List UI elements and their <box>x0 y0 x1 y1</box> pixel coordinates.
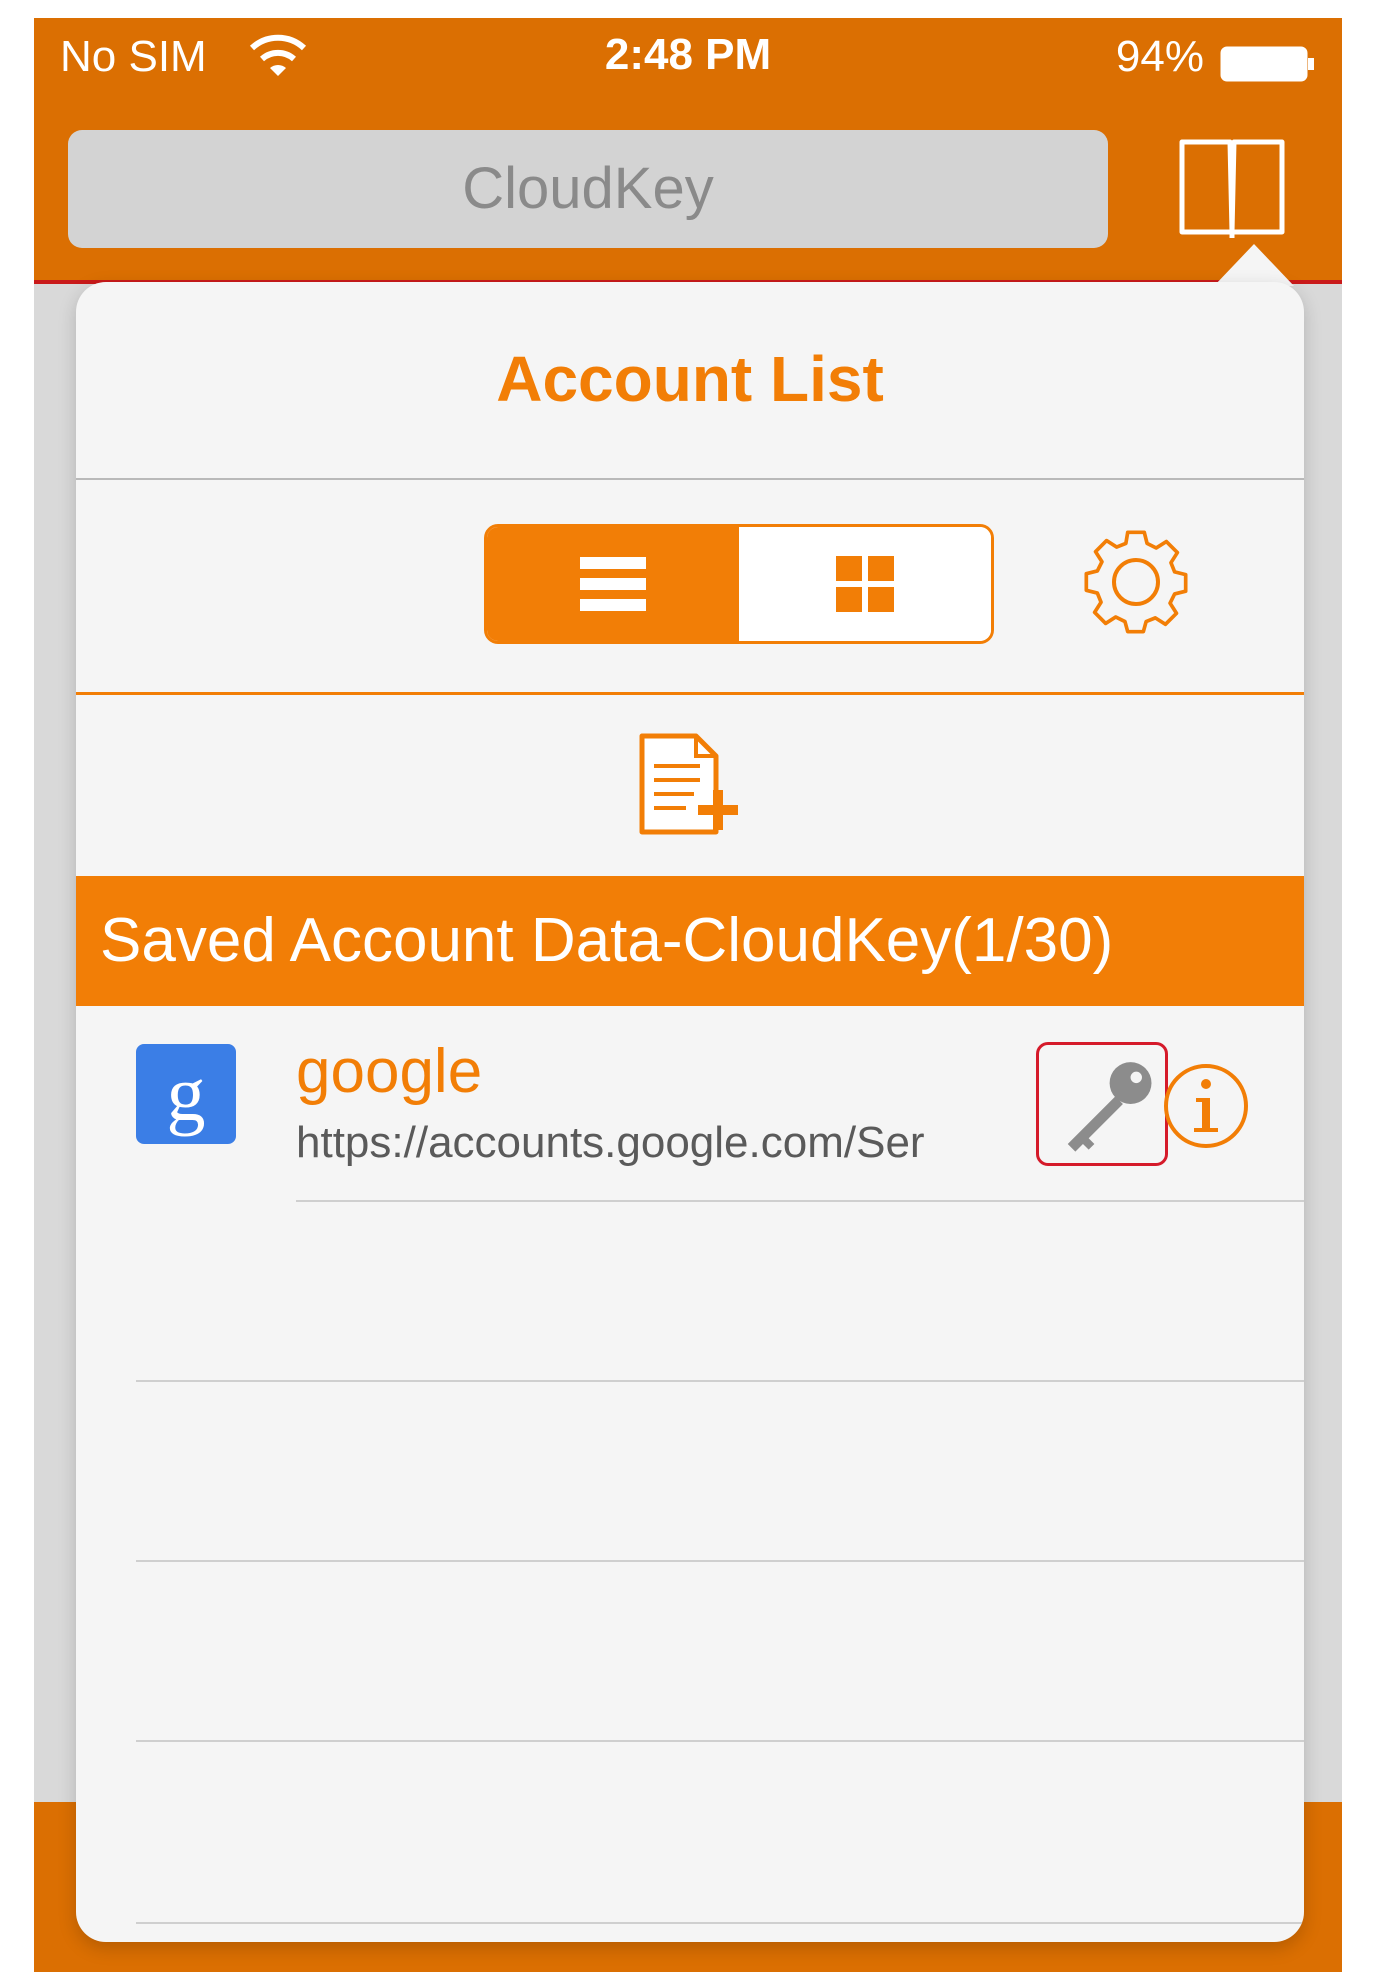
grid-icon <box>836 556 894 612</box>
status-bar: No SIM 2:48 PM 94% <box>34 18 1342 98</box>
add-document-icon[interactable] <box>634 732 742 840</box>
list-icon <box>580 557 646 611</box>
grid-view-button[interactable] <box>739 527 991 641</box>
row-separator <box>136 1560 1304 1562</box>
top-bar: No SIM 2:48 PM 94% CloudKey <box>34 18 1342 284</box>
svg-text:g: g <box>167 1050 206 1137</box>
gear-icon[interactable] <box>1076 524 1196 640</box>
copy-password-button[interactable] <box>1036 1042 1168 1166</box>
row-separator <box>136 1740 1304 1742</box>
address-bar[interactable]: CloudKey <box>68 130 1108 248</box>
row-separator <box>296 1200 1304 1202</box>
popover-arrow <box>1214 244 1294 286</box>
google-icon: g <box>136 1044 236 1144</box>
key-icon <box>1067 1062 1152 1152</box>
info-icon[interactable] <box>1162 1062 1250 1150</box>
row-separator <box>136 1922 1304 1924</box>
account-url: https://accounts.google.com/Ser <box>296 1118 925 1167</box>
row-separator <box>136 1380 1304 1382</box>
battery-icon <box>1220 46 1314 82</box>
list-view-button[interactable] <box>487 527 739 641</box>
account-row[interactable]: g google https://accounts.google.com/Ser <box>76 1037 1304 1184</box>
account-list-popover: Account List Saved Account Data-CloudKey… <box>76 282 1304 1942</box>
battery-percentage: 94% <box>1115 32 1204 81</box>
toolbar-divider <box>76 692 1304 695</box>
section-header: Saved Account Data-CloudKey(1/30) <box>76 876 1304 1006</box>
popover-title: Account List <box>496 343 884 415</box>
book-icon[interactable] <box>1174 134 1290 244</box>
phone-screen: No SIM 2:48 PM 94% CloudKey Account List <box>34 18 1342 1972</box>
account-name: google <box>296 1037 483 1106</box>
divider <box>76 478 1304 480</box>
view-mode-toggle[interactable] <box>484 524 994 644</box>
